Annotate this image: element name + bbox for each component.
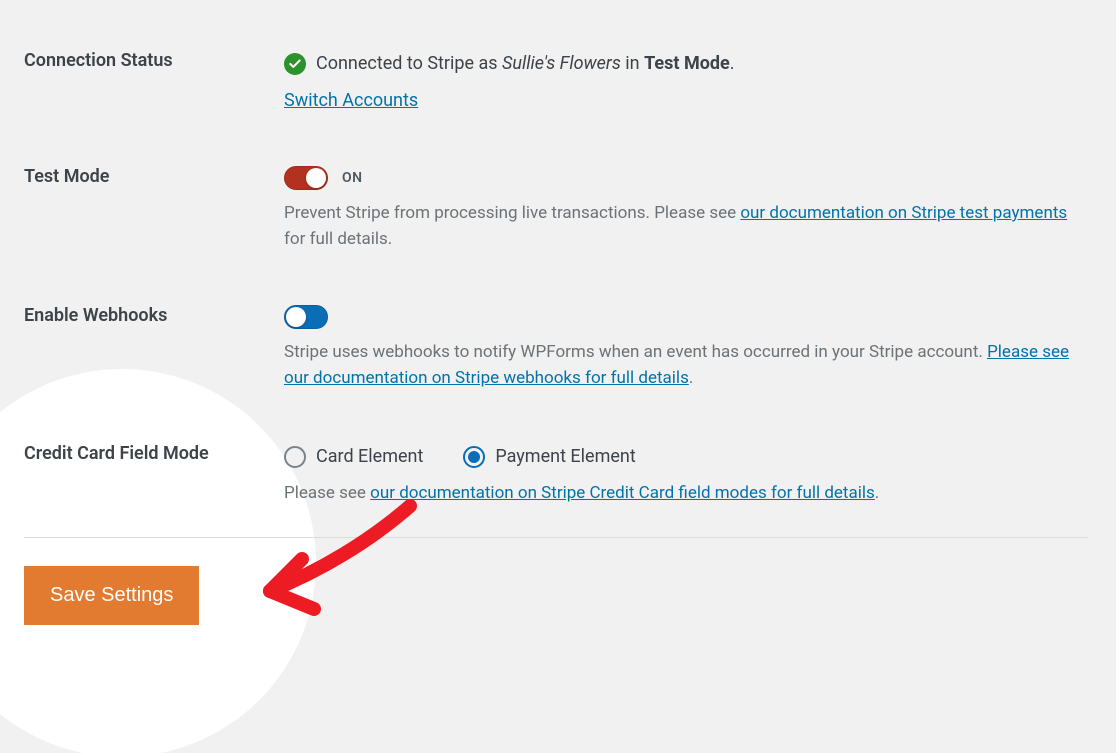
switch-accounts-link[interactable]: Switch Accounts: [284, 87, 418, 114]
webhooks-toggle[interactable]: [284, 305, 328, 329]
save-settings-button[interactable]: Save Settings: [24, 566, 199, 625]
card-mode-row: Credit Card Field Mode Card Element Paym…: [24, 421, 1088, 524]
card-mode-label: Credit Card Field Mode: [24, 443, 284, 464]
test-mode-label: Test Mode: [24, 166, 284, 187]
card-element-radio[interactable]: Card Element: [284, 443, 423, 470]
payment-element-radio[interactable]: Payment Element: [463, 443, 635, 470]
card-mode-help: Please see our documentation on Stripe C…: [284, 480, 1088, 506]
connection-status-label: Connection Status: [24, 50, 284, 71]
test-mode-docs-link[interactable]: our documentation on Stripe test payment…: [740, 203, 1067, 223]
test-mode-row: Test Mode ON Prevent Stripe from process…: [24, 144, 1088, 283]
card-mode-docs-link[interactable]: our documentation on Stripe Credit Card …: [370, 483, 875, 503]
test-mode-help: Prevent Stripe from processing live tran…: [284, 200, 1088, 253]
test-mode-state: ON: [342, 168, 363, 189]
webhooks-help: Stripe uses webhooks to notify WPForms w…: [284, 339, 1088, 392]
separator: [24, 537, 1088, 538]
webhooks-label: Enable Webhooks: [24, 305, 284, 326]
radio-icon: [284, 446, 306, 468]
webhooks-row: Enable Webhooks Stripe uses webhooks to …: [24, 283, 1088, 422]
test-mode-toggle[interactable]: [284, 166, 328, 190]
connection-status-text: Connected to Stripe as Sullie's Flowers …: [316, 50, 735, 77]
check-circle-icon: [284, 53, 306, 75]
connection-status-value: Connected to Stripe as Sullie's Flowers …: [284, 50, 1088, 77]
connection-status-row: Connection Status Connected to Stripe as…: [24, 28, 1088, 144]
radio-checked-icon: [463, 446, 485, 468]
